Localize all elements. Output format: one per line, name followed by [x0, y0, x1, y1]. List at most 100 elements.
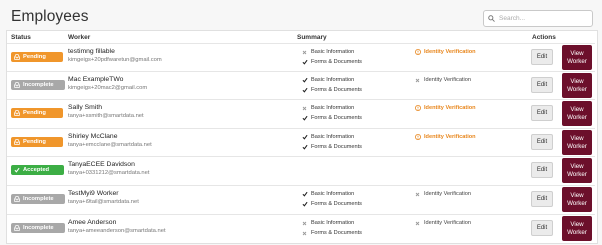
- summary-forms-documents: Forms & Documents: [302, 115, 362, 121]
- summary-identity-verification: Identity Verification: [415, 49, 476, 55]
- inbox-icon: [14, 225, 20, 231]
- x-icon: [302, 221, 309, 226]
- page-title: Employees: [11, 8, 89, 25]
- check-icon: [302, 87, 309, 93]
- worker-name: Amee Anderson: [68, 219, 117, 226]
- search-input[interactable]: [495, 15, 589, 22]
- warning-icon: [415, 134, 422, 140]
- worker-email: tanya+i9tail@smartdata.net: [68, 199, 139, 205]
- edit-button[interactable]: Edit: [531, 162, 553, 178]
- summary-basic-information: Basic Information: [302, 220, 354, 226]
- check-icon: [302, 134, 309, 140]
- status-badge: Incomplete: [11, 223, 65, 233]
- check-icon: [14, 167, 20, 173]
- worker-email: tanya+0331212@smartdata.net: [68, 170, 150, 176]
- column-header-status: Status: [11, 34, 31, 41]
- check-icon: [302, 115, 309, 121]
- employees-page: Employees Status Worker Summary Actions …: [0, 0, 602, 245]
- summary-forms-documents: Forms & Documents: [302, 230, 362, 236]
- column-header-worker: Worker: [68, 34, 91, 41]
- worker-name: Shirley McClane: [68, 133, 118, 140]
- worker-name: testimng fillable: [68, 48, 115, 55]
- status-badge: Incomplete: [11, 80, 65, 90]
- summary-identity-verification: Identity Verification: [415, 77, 471, 83]
- status-badge: Incomplete: [11, 194, 65, 204]
- x-icon: [302, 50, 309, 55]
- column-header-summary: Summary: [297, 34, 327, 41]
- status-label: Pending: [23, 54, 46, 60]
- worker-email: tanya+emcclane@smartdata.net: [68, 142, 152, 148]
- edit-button[interactable]: Edit: [531, 220, 553, 236]
- summary-basic-information: Basic Information: [302, 191, 354, 197]
- column-header-actions: Actions: [532, 34, 556, 41]
- status-label: Accepted: [23, 167, 50, 173]
- table-row: Incomplete Mac ExampleTWo kimgeigs+20mac2@…: [7, 71, 595, 100]
- check-icon: [302, 201, 309, 207]
- status-label: Incomplete: [23, 196, 54, 202]
- x-icon: [302, 106, 309, 111]
- status-badge: Pending: [11, 108, 63, 118]
- inbox-icon: [14, 54, 20, 60]
- worker-name: Mac ExampleTWo: [68, 76, 124, 83]
- edit-button[interactable]: Edit: [531, 49, 553, 65]
- x-icon: [415, 221, 422, 226]
- summary-identity-verification: Identity Verification: [415, 134, 476, 140]
- status-label: Incomplete: [23, 82, 54, 88]
- warning-icon: [415, 105, 422, 111]
- view-worker-button[interactable]: View Worker: [562, 216, 592, 241]
- x-icon: [415, 78, 422, 83]
- summary-identity-verification: Identity Verification: [415, 220, 471, 226]
- table-row: Incomplete Amee Anderson tanya+ameeanderso…: [7, 214, 595, 243]
- summary-identity-verification: Identity Verification: [415, 105, 476, 111]
- summary-forms-documents: Forms & Documents: [302, 144, 362, 150]
- summary-basic-information: Basic Information: [302, 105, 354, 111]
- x-icon: [302, 231, 309, 236]
- summary-forms-documents: Forms & Documents: [302, 59, 362, 65]
- table-row: Pending testimng fillable kimgeigs+20pdfwa…: [7, 43, 595, 72]
- worker-name: Sally Smith: [68, 104, 102, 111]
- worker-name: TestMyi9 Worker: [68, 190, 119, 197]
- worker-email: tanya+ameeanderson@smartdata.net: [68, 228, 166, 234]
- check-icon: [302, 59, 309, 65]
- table-row: Accepted TanyaECEE Davidson tanya+0331212@…: [7, 156, 595, 185]
- check-icon: [302, 77, 309, 83]
- view-worker-button[interactable]: View Worker: [562, 45, 592, 70]
- edit-button[interactable]: Edit: [531, 134, 553, 150]
- summary-basic-information: Basic Information: [302, 77, 354, 83]
- table-row: Incomplete TestMyi9 Worker tanya+i9tail@sm…: [7, 185, 595, 214]
- summary-forms-documents: Forms & Documents: [302, 201, 362, 207]
- status-badge: Pending: [11, 137, 63, 147]
- view-worker-button[interactable]: View Worker: [562, 73, 592, 98]
- view-worker-button[interactable]: View Worker: [562, 130, 592, 155]
- inbox-icon: [14, 110, 20, 116]
- view-worker-button[interactable]: View Worker: [562, 158, 592, 183]
- search-icon: [488, 15, 495, 22]
- status-label: Pending: [23, 110, 46, 116]
- worker-name: TanyaECEE Davidson: [68, 161, 135, 168]
- check-icon: [302, 191, 309, 197]
- inbox-icon: [14, 196, 20, 202]
- summary-basic-information: Basic Information: [302, 49, 354, 55]
- worker-email: kimgeigs+20pdfwaretun@gmail.com: [68, 57, 162, 63]
- table-row: Pending Shirley McClane tanya+emcclane@sma…: [7, 128, 595, 157]
- edit-button[interactable]: Edit: [531, 77, 553, 93]
- edit-button[interactable]: Edit: [531, 191, 553, 207]
- status-label: Pending: [23, 139, 46, 145]
- warning-icon: [415, 49, 422, 55]
- status-badge: Pending: [11, 52, 63, 62]
- worker-email: kimgeigs+20mac2@gmail.com: [68, 85, 148, 91]
- check-icon: [302, 144, 309, 150]
- summary-identity-verification: Identity Verification: [415, 191, 471, 197]
- status-label: Incomplete: [23, 225, 54, 231]
- status-badge: Accepted: [11, 165, 64, 175]
- worker-email: tanya+ssmith@smartdata.net: [68, 113, 144, 119]
- summary-forms-documents: Forms & Documents: [302, 87, 362, 93]
- x-icon: [415, 192, 422, 197]
- inbox-icon: [14, 139, 20, 145]
- view-worker-button[interactable]: View Worker: [562, 187, 592, 212]
- edit-button[interactable]: Edit: [531, 105, 553, 121]
- summary-basic-information: Basic Information: [302, 134, 354, 140]
- view-worker-button[interactable]: View Worker: [562, 101, 592, 126]
- search-box[interactable]: [483, 10, 593, 27]
- inbox-icon: [14, 82, 20, 88]
